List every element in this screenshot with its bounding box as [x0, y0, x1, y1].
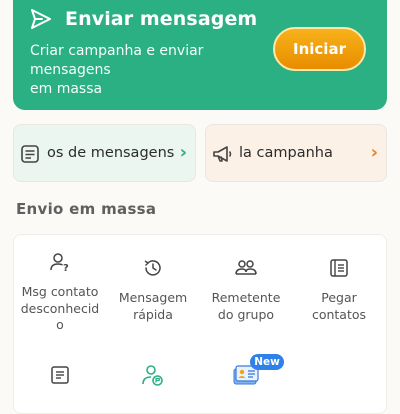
- banner-title: Enviar mensagem: [65, 8, 258, 30]
- tool-group-sender[interactable]: Remetente do grupo: [201, 256, 291, 323]
- banner-description: Criar campanha e enviar mensagens em mas…: [30, 43, 204, 97]
- unknown-contact-icon: ?: [15, 250, 105, 274]
- tool-get-contacts[interactable]: Pegar contatos: [294, 256, 384, 323]
- tool-label: Msg contato desconhecid o: [20, 284, 100, 332]
- tool-contact-filter[interactable]: [108, 363, 198, 387]
- message-records-card[interactable]: os de mensagens ›: [13, 124, 196, 182]
- quick-message-icon: [108, 256, 198, 280]
- tool-label: Mensagem rápida: [118, 290, 188, 322]
- send-message-banner[interactable]: Enviar mensagem Criar campanha e enviar …: [13, 0, 387, 110]
- tool-unknown-contact[interactable]: ? Msg contato desconhecid o: [15, 250, 105, 334]
- banner-title-row: Enviar mensagem: [29, 4, 257, 34]
- contact-filter-icon: [108, 363, 198, 387]
- start-button[interactable]: Iniciar: [273, 27, 366, 71]
- section-title: Envio em massa: [16, 200, 157, 218]
- message-records-label: os de mensagens: [47, 145, 175, 161]
- tool-document[interactable]: [15, 363, 105, 387]
- chevron-right-icon: ›: [179, 142, 187, 163]
- send-icon: [29, 7, 53, 31]
- document-icon: [15, 363, 105, 387]
- tool-quick-message[interactable]: Mensagem rápida: [108, 256, 198, 323]
- tool-label: Pegar contatos: [311, 290, 367, 322]
- campaign-label: la campanha: [239, 145, 333, 161]
- contact-list-icon: [294, 256, 384, 280]
- group-sender-icon: [201, 256, 291, 280]
- megaphone-icon: [212, 144, 234, 168]
- svg-text:?: ?: [63, 263, 69, 273]
- campaign-card[interactable]: la campanha ›: [205, 124, 387, 182]
- message-list-icon: [20, 144, 40, 168]
- chevron-right-icon: ›: [370, 142, 378, 163]
- tool-label: Remetente do grupo: [211, 290, 281, 322]
- new-badge: New: [250, 354, 284, 370]
